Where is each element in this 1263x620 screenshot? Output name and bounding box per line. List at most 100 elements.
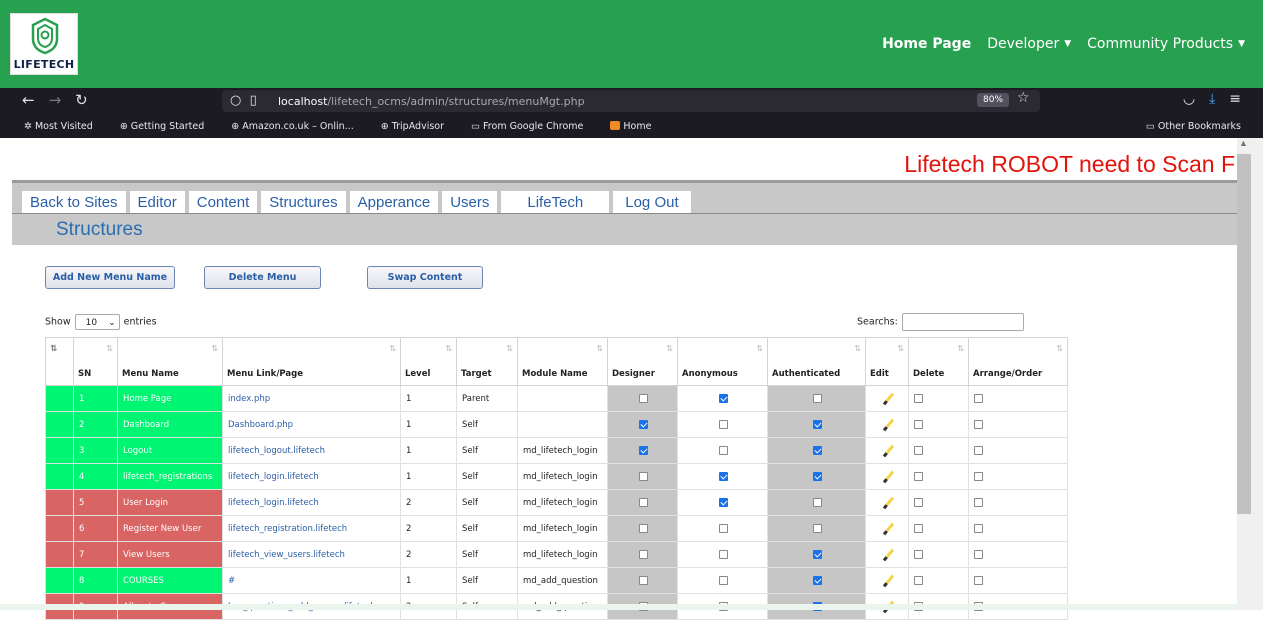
- checkbox[interactable]: [914, 471, 923, 481]
- pencil-edit-icon[interactable]: [882, 522, 894, 535]
- menu-link-cell[interactable]: index.php: [222, 385, 401, 412]
- menu-link-cell[interactable]: lifetech_login.lifetech: [222, 463, 401, 490]
- pencil-edit-icon[interactable]: [882, 444, 894, 457]
- edit-cell[interactable]: [865, 567, 909, 594]
- authenticated-checkbox[interactable]: [767, 515, 866, 542]
- lifetech-logo[interactable]: LIFETECH: [10, 13, 78, 75]
- table-row[interactable]: 6 Register New User lifetech_registration.…: [45, 515, 1068, 542]
- bookmark-from-google-chrome[interactable]: ▭ From Google Chrome: [471, 121, 595, 132]
- forward-arrow-icon[interactable]: →: [49, 91, 62, 109]
- pencil-edit-icon[interactable]: [882, 496, 894, 509]
- tab-back-to-sites[interactable]: Back to Sites: [22, 191, 126, 214]
- arrange-order-checkbox[interactable]: [968, 463, 1068, 490]
- menu-link-cell[interactable]: lifetech_logout.lifetech: [222, 437, 401, 464]
- checkbox[interactable]: [914, 419, 923, 429]
- table-row[interactable]: 4 lifetech_registrations lifetech_login.li…: [45, 463, 1068, 490]
- column-header-module-name[interactable]: Module Name ⇅: [517, 337, 608, 386]
- checkbox[interactable]: [914, 549, 923, 559]
- column-header-anonymous[interactable]: Anonymous ⇅: [677, 337, 768, 386]
- column-header-target[interactable]: Target ⇅: [456, 337, 518, 386]
- anonymous-checkbox[interactable]: [677, 437, 768, 464]
- tab-editor[interactable]: Editor: [129, 191, 185, 214]
- menu-link-cell[interactable]: lifetech_registration.lifetech: [222, 515, 401, 542]
- delete-checkbox[interactable]: [908, 515, 969, 542]
- table-row[interactable]: 8 COURSES #1 Self md_add_question: [45, 567, 1068, 594]
- tab-structures[interactable]: Structures: [261, 191, 346, 214]
- pencil-edit-icon[interactable]: [882, 470, 894, 483]
- checkbox[interactable]: [914, 497, 923, 507]
- menu-link-cell[interactable]: lifetech_login.lifetech: [222, 489, 401, 516]
- anonymous-checkbox[interactable]: [677, 515, 768, 542]
- entries-select[interactable]: 10 ⌄: [74, 314, 120, 330]
- nav-home-page[interactable]: Home Page: [882, 36, 971, 52]
- delete-checkbox[interactable]: [908, 411, 969, 438]
- menu-link-cell[interactable]: #: [222, 567, 401, 594]
- reload-icon[interactable]: ↻: [75, 91, 88, 109]
- delete-checkbox[interactable]: [908, 437, 969, 464]
- shield-icon[interactable]: ○: [230, 93, 241, 108]
- table-row[interactable]: 7 View Users lifetech_view_users.lifetech 2…: [45, 541, 1068, 568]
- column-header-sn[interactable]: SN ⇅: [73, 337, 118, 386]
- menu-icon[interactable]: ≡: [1229, 91, 1241, 107]
- download-icon[interactable]: ⤓: [1209, 91, 1215, 107]
- delete-checkbox[interactable]: [908, 567, 969, 594]
- checkbox[interactable]: [974, 471, 983, 481]
- authenticated-checkbox[interactable]: [767, 489, 866, 516]
- designer-checkbox[interactable]: [607, 567, 678, 594]
- arrange-order-checkbox[interactable]: [968, 411, 1068, 438]
- tab-lifetech[interactable]: LifeTech: [501, 191, 610, 214]
- menu-link-cell[interactable]: Dashboard.php: [222, 411, 401, 438]
- zoom-badge[interactable]: 80%: [977, 93, 1010, 107]
- column-header-level[interactable]: Level ⇅: [400, 337, 457, 386]
- bookmark-amazon[interactable]: ⊕ Amazon.co.uk – Onlin...: [231, 121, 365, 132]
- scrollbar-thumb[interactable]: [1237, 154, 1251, 514]
- anonymous-checkbox[interactable]: [677, 385, 768, 412]
- delete-menu-button[interactable]: Delete Menu: [204, 266, 321, 289]
- checkbox[interactable]: [914, 523, 923, 533]
- edit-cell[interactable]: [865, 437, 909, 464]
- anonymous-checkbox[interactable]: [677, 541, 768, 568]
- checkbox[interactable]: [813, 523, 822, 533]
- edit-cell[interactable]: [865, 411, 909, 438]
- checkbox[interactable]: [719, 575, 728, 585]
- anonymous-checkbox[interactable]: [677, 411, 768, 438]
- checkbox[interactable]: [719, 393, 728, 403]
- checkbox[interactable]: [639, 523, 648, 533]
- checkbox[interactable]: [639, 549, 648, 559]
- arrange-order-checkbox[interactable]: [968, 489, 1068, 516]
- checkbox[interactable]: [639, 471, 648, 481]
- edit-cell[interactable]: [865, 385, 909, 412]
- checkbox[interactable]: [719, 445, 728, 455]
- pencil-edit-icon[interactable]: [882, 392, 894, 405]
- column-header-menu-link[interactable]: Menu Link/Page ⇅: [222, 337, 401, 386]
- page-scrollbar[interactable]: ▲: [1237, 138, 1263, 610]
- arrange-order-checkbox[interactable]: [968, 567, 1068, 594]
- checkbox[interactable]: [639, 445, 648, 455]
- tab-content[interactable]: Content: [188, 191, 258, 214]
- edit-cell[interactable]: [865, 541, 909, 568]
- checkbox[interactable]: [813, 471, 822, 481]
- designer-checkbox[interactable]: [607, 489, 678, 516]
- checkbox[interactable]: [974, 497, 983, 507]
- table-row[interactable]: 5 User Login lifetech_login.lifetech 2 Self m…: [45, 489, 1068, 516]
- delete-checkbox[interactable]: [908, 541, 969, 568]
- delete-checkbox[interactable]: [908, 489, 969, 516]
- checkbox[interactable]: [719, 419, 728, 429]
- column-header-authenticated[interactable]: Authenticated ⇅: [767, 337, 866, 386]
- delete-checkbox[interactable]: [908, 463, 969, 490]
- anonymous-checkbox[interactable]: [677, 463, 768, 490]
- checkbox[interactable]: [974, 575, 983, 585]
- checkbox[interactable]: [719, 497, 728, 507]
- bookmark-tripadvisor[interactable]: ⊕ TripAdvisor: [381, 121, 456, 132]
- edit-cell[interactable]: [865, 489, 909, 516]
- designer-checkbox[interactable]: [607, 541, 678, 568]
- checkbox[interactable]: [974, 419, 983, 429]
- search-input[interactable]: [901, 313, 1024, 331]
- arrange-order-checkbox[interactable]: [968, 385, 1068, 412]
- column-header-menu-name[interactable]: Menu Name ⇅: [117, 337, 223, 386]
- pocket-icon[interactable]: ◡: [1183, 91, 1195, 107]
- nav-community-products[interactable]: Community Products ▼: [1087, 36, 1245, 52]
- authenticated-checkbox[interactable]: [767, 411, 866, 438]
- designer-checkbox[interactable]: [607, 463, 678, 490]
- designer-checkbox[interactable]: [607, 437, 678, 464]
